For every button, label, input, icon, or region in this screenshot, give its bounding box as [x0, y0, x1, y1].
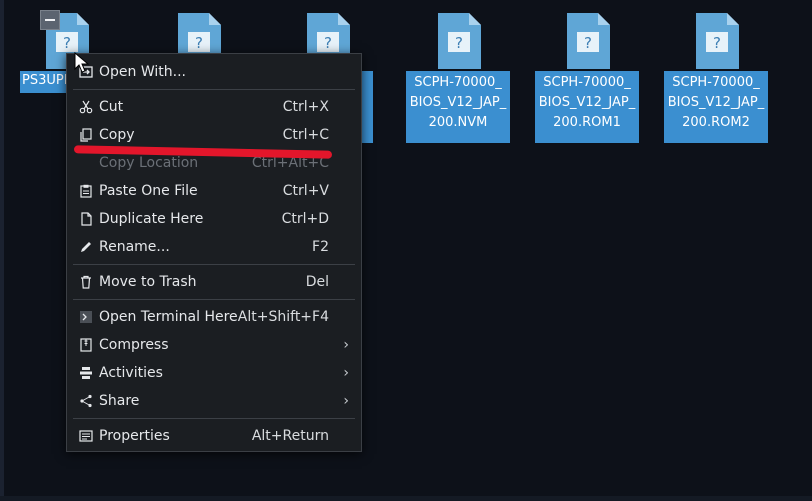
window-edge	[0, 0, 4, 501]
file-name: SCPH-70000_ BIOS_V12_JAP_ 200.NVM	[406, 71, 510, 143]
shortcut-label: Alt+Return	[251, 428, 329, 444]
menu-item-label: Duplicate Here	[99, 211, 204, 227]
menu-item-move-to-trash[interactable]: Move to Trash Del	[67, 268, 361, 296]
menu-item-label: Open With...	[99, 64, 186, 80]
menu-item-rename[interactable]: Rename... F2	[67, 233, 361, 261]
context-menu: Open With... Cut Ctrl+X Copy Ctrl+C Copy…	[66, 53, 362, 452]
file-name: SCPH-70000_ BIOS_V12_JAP_ 200.ROM1	[535, 71, 639, 143]
menu-item-label: Open Terminal Here	[99, 309, 238, 325]
menu-item-label: Activities	[99, 365, 163, 381]
svg-text:?: ?	[195, 34, 203, 52]
shortcut-label: Ctrl+V	[282, 183, 329, 199]
menu-item-duplicate[interactable]: Duplicate Here Ctrl+D	[67, 205, 361, 233]
duplicate-icon	[81, 212, 92, 226]
svg-text:?: ?	[713, 34, 721, 52]
menu-item-open-terminal[interactable]: Open Terminal Here Alt+Shift+F4	[67, 303, 361, 331]
shortcut-label: Del	[305, 274, 329, 290]
mouse-cursor-icon	[74, 52, 90, 73]
menu-item-label: Compress	[99, 337, 169, 353]
menu-item-properties[interactable]: Properties Alt+Return	[67, 422, 361, 450]
selection-toggle[interactable]	[40, 10, 60, 30]
menu-separator	[73, 299, 355, 300]
terminal-icon	[80, 311, 92, 323]
window-bottom-edge	[0, 496, 812, 501]
shortcut-label: Ctrl+C	[282, 127, 329, 143]
menu-item-open-with[interactable]: Open With...	[67, 58, 361, 86]
menu-item-cut[interactable]: Cut Ctrl+X	[67, 93, 361, 121]
file-name: SCPH-70000_ BIOS_V12_JAP_ 200.ROM2	[664, 71, 768, 143]
pencil-icon	[81, 242, 91, 252]
menu-item-compress[interactable]: Compress ›	[67, 331, 361, 359]
menu-item-label: Rename...	[99, 239, 170, 255]
activities-icon	[80, 367, 92, 379]
paste-icon	[80, 184, 92, 198]
file-item[interactable]: ? SCPH-70000_ BIOS_V12_JAP_ 200.ROM1	[535, 12, 639, 143]
svg-text:?: ?	[455, 34, 463, 52]
file-item[interactable]: ? SCPH-70000_ BIOS_V12_JAP_ 200.ROM2	[664, 12, 768, 143]
menu-item-label: Properties	[99, 428, 170, 444]
file-item[interactable]: ? SCPH-70000_ BIOS_V12_JAP_ 200.NVM	[406, 12, 510, 143]
chevron-right-icon: ›	[343, 393, 349, 409]
shortcut-label: F2	[312, 239, 329, 255]
shortcut-label: Ctrl+X	[282, 99, 329, 115]
compress-icon	[80, 338, 92, 352]
menu-item-share[interactable]: Share ›	[67, 387, 361, 415]
menu-item-label: Move to Trash	[99, 274, 197, 290]
copy-icon	[80, 128, 92, 142]
trash-icon	[81, 275, 91, 289]
scissors-icon	[79, 100, 93, 114]
unknown-file-icon: ?	[696, 13, 739, 69]
share-icon	[80, 394, 92, 408]
menu-item-copy[interactable]: Copy Ctrl+C	[67, 121, 361, 149]
menu-item-label: Cut	[99, 99, 124, 115]
svg-text:?: ?	[584, 34, 592, 52]
menu-item-activities[interactable]: Activities ›	[67, 359, 361, 387]
unknown-file-icon: ?	[438, 13, 481, 69]
properties-icon	[79, 430, 93, 442]
menu-item-label: Paste One File	[99, 183, 198, 199]
unknown-file-icon: ?	[567, 13, 610, 69]
menu-item-paste[interactable]: Paste One File Ctrl+V	[67, 177, 361, 205]
menu-separator	[73, 264, 355, 265]
shortcut-label: Alt+Shift+F4	[237, 309, 329, 325]
menu-item-label: Copy	[99, 127, 135, 143]
chevron-right-icon: ›	[343, 365, 349, 381]
menu-item-label: Share	[99, 393, 140, 409]
svg-text:?: ?	[63, 34, 71, 52]
menu-separator	[73, 418, 355, 419]
menu-separator	[73, 89, 355, 90]
svg-text:?: ?	[324, 34, 332, 52]
chevron-right-icon: ›	[343, 337, 349, 353]
shortcut-label: Ctrl+D	[281, 211, 329, 227]
